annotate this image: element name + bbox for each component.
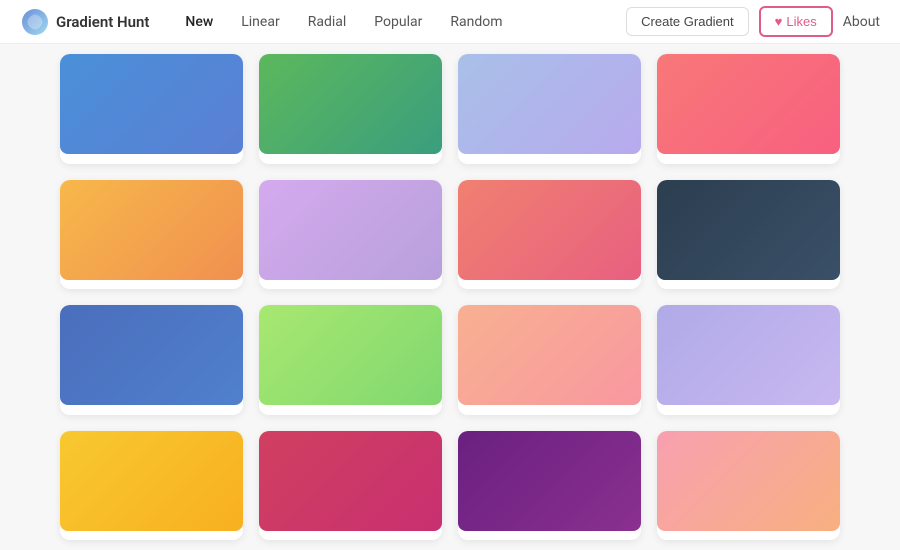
create-gradient-button[interactable]: Create Gradient (626, 7, 749, 36)
gradient-card[interactable] (60, 305, 243, 415)
gradient-swatch (458, 54, 641, 154)
card-footer (458, 280, 641, 290)
gradient-swatch (657, 431, 840, 531)
gradient-card[interactable] (60, 54, 243, 164)
gradient-card[interactable] (657, 180, 840, 290)
card-footer (60, 405, 243, 415)
card-footer (60, 154, 243, 164)
likes-label: Likes (786, 14, 816, 29)
gradient-swatch (458, 180, 641, 280)
card-footer (259, 280, 442, 290)
gradient-swatch (60, 180, 243, 280)
nav-random[interactable]: Random (438, 10, 514, 34)
gradient-card[interactable] (657, 431, 840, 541)
gradient-swatch (458, 431, 641, 531)
gradient-swatch (657, 180, 840, 280)
likes-button[interactable]: ♥ Likes (759, 6, 833, 37)
card-footer (657, 154, 840, 164)
card-footer (60, 531, 243, 541)
card-footer (458, 531, 641, 541)
main-nav: New Linear Radial Popular Random (173, 10, 514, 34)
card-footer (458, 405, 641, 415)
gradient-swatch (657, 54, 840, 154)
gradient-card[interactable] (657, 54, 840, 164)
gradient-swatch (259, 431, 442, 531)
gradient-swatch (60, 431, 243, 531)
gradient-card[interactable] (60, 180, 243, 290)
gradient-card[interactable] (60, 431, 243, 541)
nav-popular[interactable]: Popular (362, 10, 434, 34)
card-footer (657, 280, 840, 290)
gradient-card[interactable] (259, 180, 442, 290)
gradient-card[interactable] (458, 54, 641, 164)
gradient-card[interactable] (259, 54, 442, 164)
card-footer (657, 531, 840, 541)
card-footer (259, 154, 442, 164)
logo-icon (20, 7, 50, 37)
nav-radial[interactable]: Radial (296, 10, 359, 34)
logo-text: Gradient Hunt (56, 13, 149, 31)
card-footer (259, 405, 442, 415)
card-footer (259, 531, 442, 541)
about-link[interactable]: About (843, 14, 880, 30)
gradient-card[interactable] (458, 431, 641, 541)
gradient-swatch (458, 305, 641, 405)
nav-linear[interactable]: Linear (229, 10, 291, 34)
gradient-card[interactable] (259, 305, 442, 415)
card-footer (458, 154, 641, 164)
gradient-swatch (60, 305, 243, 405)
gradient-swatch (60, 54, 243, 154)
nav-new[interactable]: New (173, 10, 225, 34)
gradient-swatch (657, 305, 840, 405)
gradient-card[interactable] (657, 305, 840, 415)
card-footer (60, 280, 243, 290)
card-footer (657, 405, 840, 415)
gradient-card[interactable] (458, 180, 641, 290)
gradient-swatch (259, 180, 442, 280)
gradient-swatch (259, 54, 442, 154)
heart-icon: ♥ (775, 14, 783, 29)
gradient-card[interactable] (259, 431, 442, 541)
gradient-swatch (259, 305, 442, 405)
logo[interactable]: Gradient Hunt (20, 7, 149, 37)
gradient-card[interactable] (458, 305, 641, 415)
gradient-grid (0, 44, 900, 550)
